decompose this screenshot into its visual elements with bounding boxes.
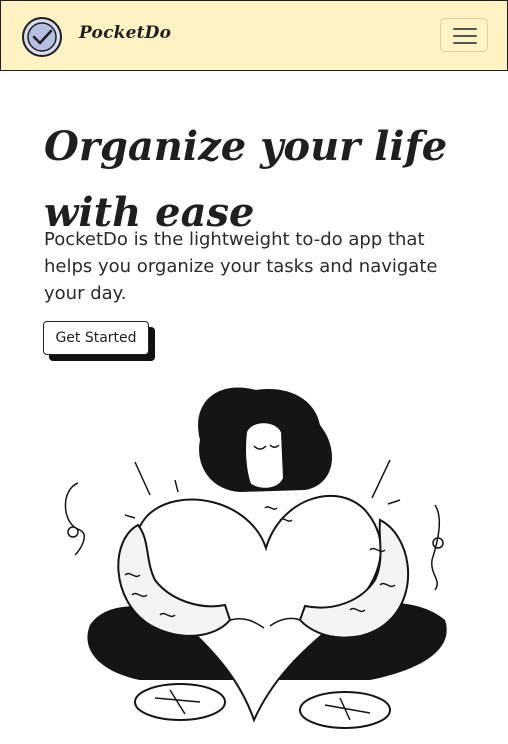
hero-title-line1: Organize your life	[44, 123, 448, 170]
get-started-button[interactable]: Get Started	[43, 321, 149, 355]
hamburger-menu-icon	[453, 28, 477, 44]
check-circle-icon[interactable]	[22, 17, 62, 57]
menu-toggle-button[interactable]	[440, 18, 488, 52]
face	[244, 421, 286, 490]
person-hugging-heart-illustration	[64, 387, 447, 729]
navbar: PocketDo	[0, 0, 508, 71]
brand-name[interactable]: PocketDo	[79, 23, 171, 43]
hero-description: PocketDo is the lightweight to-do app th…	[44, 229, 438, 304]
